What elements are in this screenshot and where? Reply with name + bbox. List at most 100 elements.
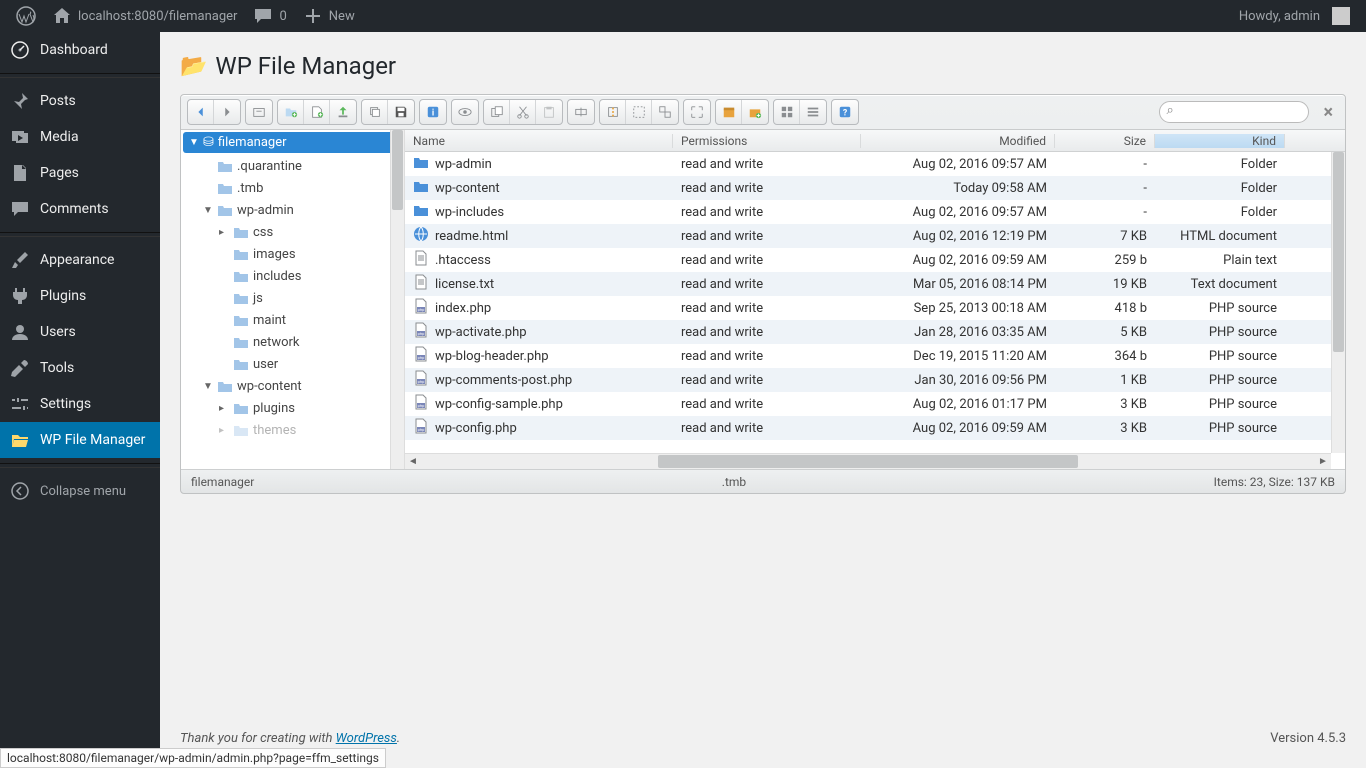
file-row[interactable]: readme.htmlread and writeAug 02, 2016 12… <box>405 224 1331 248</box>
account-link[interactable]: Howdy, admin <box>1231 0 1358 32</box>
back-button[interactable] <box>188 100 214 124</box>
tree-item[interactable]: includes <box>181 265 404 287</box>
col-kind[interactable]: Kind <box>1155 134 1285 148</box>
drive-icon: ⛁ <box>203 135 214 150</box>
pin-icon <box>10 91 30 111</box>
tree-scrollbar[interactable] <box>390 130 404 469</box>
collapse-icon <box>10 481 30 501</box>
open-button[interactable] <box>246 100 272 124</box>
sidebar-item-users[interactable]: Users <box>0 314 160 350</box>
sidebar-item-comments[interactable]: Comments <box>0 191 160 227</box>
rename-button[interactable] <box>568 100 594 124</box>
select-all-button[interactable] <box>626 100 652 124</box>
info-button[interactable]: i <box>420 100 446 124</box>
tree-item[interactable]: images <box>181 243 404 265</box>
sidebar-item-pages[interactable]: Pages <box>0 155 160 191</box>
tree-item[interactable]: ▸plugins <box>181 397 404 419</box>
svg-text:i: i <box>432 109 434 119</box>
sidebar-item-settings[interactable]: Settings <box>0 386 160 422</box>
file-row[interactable]: phpindex.phpread and writeSep 25, 2013 0… <box>405 296 1331 320</box>
fullscreen-button[interactable] <box>684 100 710 124</box>
view-icons-button[interactable] <box>774 100 800 124</box>
tree-item[interactable]: ▼wp-content <box>181 375 404 397</box>
comment-icon <box>10 199 30 219</box>
comments-link[interactable]: 0 <box>245 0 294 32</box>
sidebar-item-filemanager[interactable]: WP File Manager <box>0 422 160 458</box>
tree-root[interactable]: ▼⛁ filemanager <box>183 132 402 153</box>
copy-button[interactable] <box>362 100 388 124</box>
sidebar-item-media[interactable]: Media <box>0 119 160 155</box>
help-button[interactable]: ? <box>832 100 858 124</box>
new-link[interactable]: New <box>295 0 363 32</box>
file-row[interactable]: .htaccessread and writeAug 02, 2016 09:5… <box>405 248 1331 272</box>
col-permissions[interactable]: Permissions <box>673 134 861 148</box>
file-row[interactable]: phpwp-blog-header.phpread and writeDec 1… <box>405 344 1331 368</box>
status-selected: .tmb <box>254 475 1213 489</box>
list-scrollbar[interactable] <box>1331 152 1345 453</box>
archive-button[interactable] <box>716 100 742 124</box>
tree-item[interactable]: ▼wp-admin <box>181 199 404 221</box>
upload-button[interactable] <box>330 100 356 124</box>
folder-icon <box>217 180 233 196</box>
save-button[interactable] <box>388 100 414 124</box>
file-icon <box>413 274 429 294</box>
sidebar-item-appearance[interactable]: Appearance <box>0 242 160 278</box>
tree-item[interactable]: .tmb <box>181 177 404 199</box>
php-icon: php <box>413 370 429 390</box>
file-row[interactable]: phpwp-config.phpread and writeAug 02, 20… <box>405 416 1331 440</box>
duplicate-button[interactable] <box>484 100 510 124</box>
resize-button[interactable] <box>652 100 678 124</box>
main-content: 📂 WP File Manager i <box>160 32 1366 768</box>
list-hscrollbar[interactable]: ◄ ► <box>405 453 1331 469</box>
cut-button[interactable] <box>510 100 536 124</box>
folder-open-icon <box>10 430 30 450</box>
folder-icon <box>233 312 249 328</box>
file-row[interactable]: phpwp-comments-post.phpread and writeJan… <box>405 368 1331 392</box>
wp-logo[interactable] <box>8 0 44 32</box>
sidebar-item-dashboard[interactable]: Dashboard <box>0 32 160 68</box>
plug-icon <box>10 286 30 306</box>
file-row[interactable]: wp-includesread and writeAug 02, 2016 09… <box>405 200 1331 224</box>
file-row[interactable]: phpwp-config-sample.phpread and writeAug… <box>405 392 1331 416</box>
admin-bar: localhost:8080/filemanager 0 New Howdy, … <box>0 0 1366 32</box>
browser-status-bar: localhost:8080/filemanager/wp-admin/admi… <box>0 748 386 768</box>
file-row[interactable]: wp-contentread and writeToday 09:58 AM-F… <box>405 176 1331 200</box>
extract-button[interactable] <box>600 100 626 124</box>
forward-button[interactable] <box>214 100 240 124</box>
user-icon <box>10 322 30 342</box>
col-modified[interactable]: Modified <box>861 134 1055 148</box>
file-row[interactable]: wp-adminread and writeAug 02, 2016 09:57… <box>405 152 1331 176</box>
col-size[interactable]: Size <box>1055 134 1155 148</box>
sidebar-item-plugins[interactable]: Plugins <box>0 278 160 314</box>
file-row[interactable]: license.txtread and writeMar 05, 2016 08… <box>405 272 1331 296</box>
tree-item[interactable]: js <box>181 287 404 309</box>
tree-item[interactable]: network <box>181 331 404 353</box>
file-row[interactable]: phpwp-activate.phpread and writeJan 28, … <box>405 320 1331 344</box>
tree-item[interactable]: maint <box>181 309 404 331</box>
search-input[interactable] <box>1159 101 1309 123</box>
tree-item[interactable]: ▸themes <box>181 419 404 441</box>
sidebar-item-tools[interactable]: Tools <box>0 350 160 386</box>
wordpress-link[interactable]: WordPress <box>336 731 397 746</box>
folder-icon <box>233 268 249 284</box>
site-link[interactable]: localhost:8080/filemanager <box>44 0 245 32</box>
sidebar-item-posts[interactable]: Posts <box>0 83 160 119</box>
folder-icon <box>233 422 249 438</box>
col-name[interactable]: Name <box>405 134 673 148</box>
new-folder-button[interactable] <box>278 100 304 124</box>
tree-item[interactable]: ▸css <box>181 221 404 243</box>
archive-add-button[interactable] <box>742 100 768 124</box>
sidebar-collapse[interactable]: Collapse menu <box>0 473 160 509</box>
view-list-button[interactable] <box>800 100 826 124</box>
scroll-left-arrow[interactable]: ◄ <box>405 456 421 467</box>
svg-text:php: php <box>418 427 425 432</box>
file-list: Name Permissions Modified Size Kind wp-a… <box>405 130 1345 469</box>
new-file-button[interactable] <box>304 100 330 124</box>
scroll-right-arrow[interactable]: ► <box>1315 456 1331 467</box>
preview-button[interactable] <box>452 100 478 124</box>
folder-icon <box>233 246 249 262</box>
close-button[interactable]: × <box>1317 102 1339 123</box>
tree-item[interactable]: .quarantine <box>181 155 404 177</box>
tree-item[interactable]: user <box>181 353 404 375</box>
paste-button[interactable] <box>536 100 562 124</box>
